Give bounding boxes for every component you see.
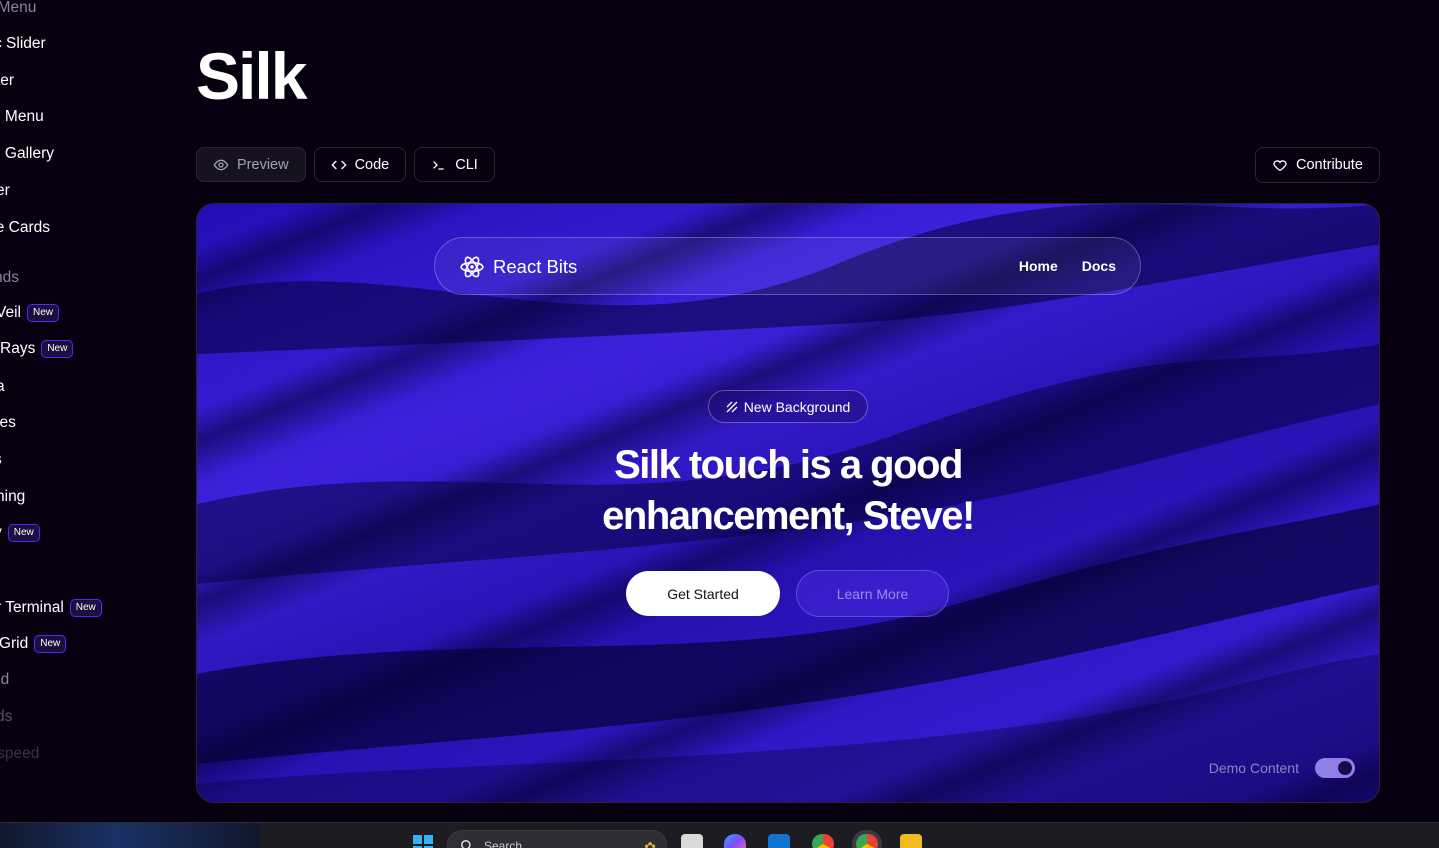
chrome-active-icon[interactable]	[856, 834, 878, 848]
new-badge: New	[27, 304, 60, 322]
file-explorer-icon[interactable]	[900, 834, 922, 848]
brand-name: React Bits	[493, 256, 578, 277]
headline-line-1: Silk touch is a good	[614, 443, 963, 487]
code-icon	[330, 160, 347, 169]
sidebar-item[interactable]: nds	[0, 269, 19, 287]
tab-preview[interactable]: Preview	[196, 147, 306, 182]
sidebar-item[interactable]: er	[0, 182, 10, 200]
preview-panel: React Bits Home Docs New Background Silk…	[196, 203, 1380, 803]
tab-preview-label: Preview	[237, 156, 289, 173]
demo-content-toggle[interactable]	[1315, 758, 1355, 778]
sidebar-item[interactable]: ds	[0, 708, 12, 726]
demo-content-control: Demo Content	[1209, 758, 1355, 778]
sidebar-item[interactable]: rspeed	[0, 745, 39, 763]
sidebar-item[interactable]: ce Cards	[0, 219, 50, 237]
brand[interactable]: React Bits	[459, 254, 577, 280]
heart-icon	[1273, 160, 1287, 172]
sidebar-item[interactable]: g Gallery	[0, 145, 54, 163]
sidebar-item[interactable]: a	[0, 378, 5, 396]
sidebar-item-label: c Slider	[0, 35, 46, 52]
windows-start-icon[interactable]	[413, 835, 433, 848]
terminal-icon	[433, 160, 444, 170]
sidebar-item-label: nds	[0, 269, 19, 286]
sidebar-item-label: er	[0, 182, 10, 199]
sidebar-item[interactable]: Rays New	[0, 340, 74, 358]
sidebar-item-label: ds	[0, 708, 13, 725]
sidebar-item-label: ce Cards	[0, 219, 51, 236]
tab-code[interactable]: Code	[313, 147, 407, 182]
sidebar-item-label: e Grid	[0, 635, 29, 652]
atom-icon	[460, 256, 484, 278]
sidebar-item-label: Rays	[0, 340, 36, 357]
stripes-icon	[726, 401, 738, 412]
sidebar-item[interactable]: les	[0, 414, 16, 432]
new-badge: New	[7, 524, 40, 542]
sidebar-item-label: les	[0, 414, 16, 431]
sidebar-item[interactable]: e Menu	[0, 108, 44, 126]
task-view-icon[interactable]	[681, 834, 703, 848]
outlook-icon[interactable]	[768, 834, 790, 848]
contribute-label: Contribute	[1296, 157, 1363, 173]
sidebar-item-label: g Gallery	[0, 145, 55, 162]
sidebar-item[interactable]: c Slider	[0, 35, 46, 53]
page-title: Silk	[196, 39, 307, 113]
sidebar-item[interactable]: ng Menu	[0, 0, 36, 17]
copilot-icon[interactable]	[724, 834, 746, 848]
demo-content-label: Demo Content	[1208, 760, 1299, 776]
sidebar-item-label: ning	[0, 488, 26, 505]
taskbar-search[interactable]: Search ✿	[447, 830, 667, 848]
sidebar-item-label: Veil	[0, 304, 21, 321]
sidebar-item[interactable]: Veil New	[0, 304, 60, 322]
sidebar-item-label: y	[0, 524, 2, 542]
sidebar-item-label: r Terminal	[0, 599, 64, 616]
sidebar-item[interactable]: rid	[0, 671, 9, 689]
sidebar-item[interactable]: ning	[0, 488, 25, 506]
chrome-icon[interactable]	[812, 834, 834, 848]
demo-nav-links: Home Docs	[1019, 258, 1116, 274]
sidebar: ng Menu c Slider ter e Menu g Gallery er ce Ca…	[0, 0, 180, 822]
headline-line-2: enhancement, Steve!	[602, 494, 975, 538]
new-badge: New	[41, 340, 74, 358]
sidebar-item-label: ter	[0, 72, 15, 89]
sidebar-item-label: s	[0, 451, 2, 469]
hero-badge-label: New Background	[743, 398, 851, 415]
hero-headline: Silk touch is a good enhancement, Steve!	[197, 440, 1379, 542]
new-background-badge: New Background	[708, 390, 868, 423]
sidebar-item[interactable]: s	[0, 451, 2, 469]
nav-docs-link[interactable]: Docs	[1082, 258, 1116, 274]
view-tabs: Preview Code CLI	[196, 147, 495, 182]
toggle-knob	[1338, 761, 1352, 775]
new-badge: New	[69, 599, 102, 617]
nav-home-link[interactable]: Home	[1019, 258, 1058, 274]
os-taskbar: Search ✿	[0, 822, 1439, 848]
sidebar-item-label: a	[0, 378, 5, 395]
sidebar-item-label: ng Menu	[0, 0, 37, 16]
tab-cli[interactable]: CLI	[414, 147, 495, 182]
sidebar-item-label: rspeed	[0, 745, 40, 762]
tab-cli-label: CLI	[455, 156, 478, 173]
sidebar-item[interactable]: ter	[0, 72, 14, 90]
learn-more-button[interactable]: Learn More	[796, 570, 949, 617]
sidebar-item-label: rid	[0, 671, 10, 688]
eye-icon	[213, 159, 229, 170]
sidebar-item[interactable]: e Grid New	[0, 635, 67, 653]
tab-code-label: Code	[354, 156, 390, 173]
sidebar-item[interactable]: y New	[0, 524, 40, 542]
contribute-button[interactable]: Contribute	[1255, 147, 1380, 183]
get-started-button[interactable]: Get Started	[626, 571, 780, 616]
taskbar-widget-glow	[0, 823, 260, 848]
sidebar-item-label: e Menu	[0, 108, 44, 125]
new-badge: New	[34, 635, 67, 653]
sidebar-item[interactable]: r Terminal New	[0, 599, 102, 617]
demo-navbar: React Bits Home Docs	[434, 237, 1141, 295]
